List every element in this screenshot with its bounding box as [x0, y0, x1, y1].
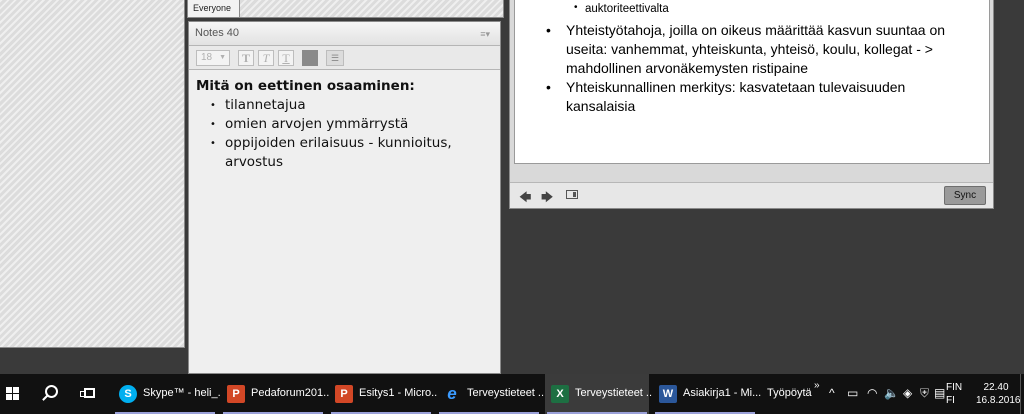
share-toolbar: 🡄 🡆 Sync: [510, 182, 993, 208]
presentation-slide: auktoriteettivalta Yhteistyötahoja, joil…: [514, 0, 990, 164]
word-icon: W: [659, 385, 677, 403]
underline-button[interactable]: T: [278, 50, 294, 66]
volume-icon[interactable]: 🔈: [884, 386, 899, 400]
bold-button[interactable]: T: [238, 50, 254, 66]
previous-slide-button[interactable]: 🡄: [519, 188, 531, 209]
chevron-down-icon: ▼: [219, 54, 226, 61]
show-desktop-button[interactable]: [1020, 374, 1024, 414]
slide-sub-bullet: auktoriteettivalta: [574, 2, 669, 15]
search-icon: [45, 385, 58, 398]
network-icon[interactable]: ◠: [867, 386, 877, 400]
everyone-tab[interactable]: Everyone: [188, 0, 240, 17]
task-view-icon: [80, 388, 95, 398]
taskbar-app-internet-explorer[interactable]: e Terveystieteet ...: [437, 374, 545, 414]
font-size-select[interactable]: 18 ▼: [196, 50, 230, 66]
notes-title: Notes 40: [195, 27, 240, 39]
windows-logo-icon: [6, 387, 20, 401]
taskbar-app-label: Terveystieteet ...: [575, 387, 653, 399]
share-pod: auktoriteettivalta Yhteistyötahoja, joil…: [509, 0, 994, 209]
language-indicator[interactable]: FIN FI: [946, 381, 962, 407]
excel-icon: X: [551, 385, 569, 403]
next-slide-button[interactable]: 🡆: [541, 188, 553, 209]
powerpoint-icon: P: [227, 385, 245, 403]
internet-explorer-icon: e: [447, 384, 457, 403]
clock-date: 16.8.2016: [976, 395, 1021, 406]
notification-icon[interactable]: ▤: [934, 386, 945, 400]
taskbar-app-label: Terveystieteet ...: [467, 387, 545, 399]
bullet-list-button[interactable]: ☰: [326, 50, 344, 66]
clock-time: 22.40: [983, 382, 1009, 393]
notes-list: tilannetajua omien arvojen ymmärrystä op…: [196, 96, 490, 172]
list-item: tilannetajua: [210, 96, 490, 115]
clock[interactable]: 22.40 16.8.2016: [976, 381, 1021, 407]
powerpoint-icon: P: [335, 385, 353, 403]
notes-pod: Notes 40 ≡▾ 18 ▼ T T T ☰ Mitä on eettine…: [188, 21, 501, 374]
taskbar-app-excel[interactable]: X Terveystieteet ...: [545, 374, 653, 414]
pod-menu-icon[interactable]: ≡▾: [480, 29, 490, 40]
search-button[interactable]: [38, 374, 66, 414]
taskbar: S Skype™ - heli_... P Pedaforum201... P …: [0, 374, 1024, 414]
battery-icon[interactable]: ▭: [847, 386, 858, 400]
taskbar-app-powerpoint-esitys[interactable]: P Esitys1 - Micro...: [329, 374, 437, 414]
slide-bullet: Yhteiskunnallinen merkitys: kasvatetaan …: [546, 78, 966, 116]
taskbar-app-powerpoint-pedaforum[interactable]: P Pedaforum201...: [221, 374, 329, 414]
notes-toolbar: 18 ▼ T T T ☰: [189, 46, 500, 70]
start-button[interactable]: [0, 374, 26, 414]
desktop-toolbar-label[interactable]: Työpöytä: [767, 387, 812, 399]
taskbar-app-label: Esitys1 - Micro...: [359, 387, 437, 399]
sidebar-toggle-icon[interactable]: [566, 190, 578, 199]
taskbar-app-skype[interactable]: S Skype™ - heli_...: [113, 374, 221, 414]
sync-button[interactable]: Sync: [944, 186, 986, 205]
list-item: oppijoiden erilaisuus - kunnioitus, arvo…: [210, 134, 490, 172]
chevron-right-icon[interactable]: »: [814, 380, 820, 391]
security-icon[interactable]: ⛨: [920, 386, 929, 401]
font-size-value: 18: [201, 52, 213, 63]
chevron-up-icon[interactable]: ^: [829, 386, 835, 400]
list-item: omien arvojen ymmärrystä: [210, 115, 490, 134]
notes-body[interactable]: Mitä on eettinen osaaminen: tilannetajua…: [189, 70, 500, 373]
task-view-button[interactable]: [79, 374, 103, 414]
text-color-button[interactable]: [302, 50, 318, 66]
notes-header: Notes 40 ≡▾: [189, 22, 500, 46]
dropbox-icon[interactable]: ◈: [903, 386, 912, 400]
attendee-strip: Everyone: [187, 0, 504, 18]
slide-bullet: Yhteistyötahoja, joilla on oikeus määrit…: [546, 21, 966, 78]
taskbar-app-label: Asiakirja1 - Mi...: [683, 387, 761, 399]
taskbar-app-word[interactable]: W Asiakirja1 - Mi...: [653, 374, 761, 414]
italic-button[interactable]: T: [258, 50, 274, 66]
left-panel: [0, 0, 185, 348]
taskbar-app-label: Pedaforum201...: [251, 387, 329, 399]
notes-heading: Mitä on eettinen osaaminen:: [196, 78, 415, 94]
skype-icon: S: [119, 385, 137, 403]
taskbar-app-label: Skype™ - heli_...: [143, 387, 221, 399]
